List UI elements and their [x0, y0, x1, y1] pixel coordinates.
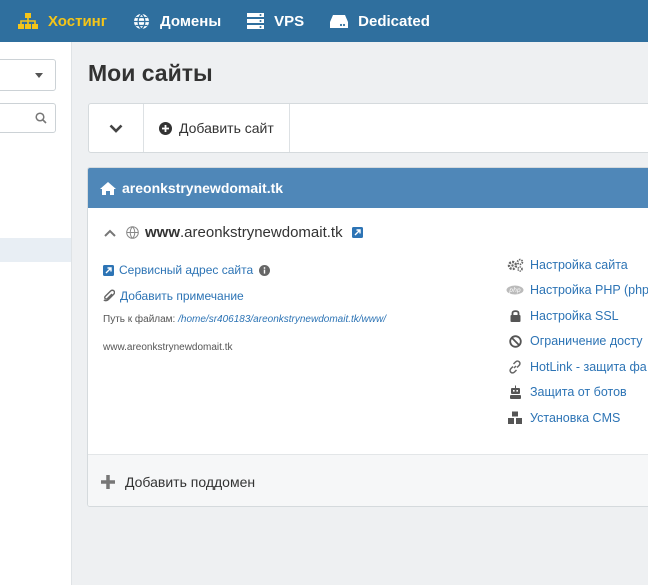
ban-icon — [508, 335, 522, 348]
lock-icon — [510, 310, 520, 323]
hdd-icon — [330, 14, 349, 28]
site-card: areonkstrynewdomait.tk www.areonkstrynew… — [87, 167, 648, 507]
server-icon — [247, 13, 265, 29]
nav-item-domains[interactable]: Домены — [133, 13, 221, 30]
cubes-icon — [508, 411, 522, 424]
service-address-link[interactable]: Сервисный адрес сайта — [103, 257, 275, 283]
add-site-label: Добавить сайт — [179, 120, 274, 136]
chevron-up-icon[interactable] — [104, 229, 116, 237]
globe-icon — [134, 13, 149, 29]
page-title: Мои сайты — [88, 60, 213, 86]
domain-row: www.areonkstrynewdomait.tk — [104, 224, 363, 241]
site-actions: Настройка сайта php Настройка PHP (php Н… — [506, 252, 648, 431]
link-icon — [509, 360, 521, 374]
robot-icon — [509, 385, 521, 400]
top-nav: Хостинг Домены VPS Dedicated — [0, 0, 648, 42]
nav-item-label: VPS — [274, 12, 305, 30]
site-settings-link[interactable]: Настройка сайта — [506, 252, 648, 278]
collapse-toggle-button[interactable] — [89, 104, 144, 152]
search-icon — [35, 112, 47, 124]
file-path-row: Путь к файлам: /home/sr406183/areonkstry… — [103, 314, 386, 325]
chevron-down-icon — [35, 73, 43, 78]
globe-icon — [126, 226, 139, 239]
site-card-header: areonkstrynewdomait.tk — [88, 168, 648, 208]
mirror-domain: www.areonkstrynewdomait.tk — [103, 342, 233, 353]
sidebar-item-selected[interactable] — [0, 238, 71, 262]
nav-item-vps[interactable]: VPS — [247, 13, 304, 30]
add-subdomain-label: Добавить поддомен — [125, 473, 256, 490]
home-icon — [100, 181, 116, 195]
toolbar: Добавить сайт — [88, 103, 648, 153]
nav-item-label: Хостинг — [48, 12, 107, 30]
paperclip-icon — [103, 289, 115, 302]
external-link-icon[interactable] — [351, 227, 363, 238]
cogs-icon — [507, 258, 523, 272]
cms-install-link[interactable]: Установка CMS — [506, 405, 648, 431]
domain-name: www.areonkstrynewdomait.tk — [145, 224, 343, 241]
hotlink-protection-link[interactable]: HotLink - защита фа — [506, 354, 648, 380]
account-select[interactable] — [0, 59, 56, 91]
ssl-settings-link[interactable]: Настройка SSL — [506, 303, 648, 329]
add-subdomain-button[interactable]: Добавить поддомен — [88, 454, 648, 506]
plus-icon — [101, 474, 115, 489]
file-path-link[interactable]: /home/sr406183/areonkstrynewdomait.tk/ww… — [178, 314, 386, 325]
nav-item-label: Dedicated — [358, 12, 430, 30]
external-link-icon — [103, 264, 114, 276]
svg-text:php: php — [508, 287, 521, 294]
chevron-down-icon — [109, 124, 123, 133]
nav-item-label: Домены — [160, 12, 222, 30]
bot-protection-link[interactable]: Защита от ботов — [506, 380, 648, 406]
site-domain-title: areonkstrynewdomait.tk — [122, 180, 284, 196]
php-settings-link[interactable]: php Настройка PHP (php — [506, 278, 648, 304]
sidebar — [0, 42, 72, 585]
access-restriction-link[interactable]: Ограничение досту — [506, 329, 648, 355]
sitemap-icon — [18, 13, 38, 29]
add-note-link[interactable]: Добавить примечание — [103, 283, 275, 309]
php-icon: php — [506, 285, 524, 295]
plus-circle-icon — [159, 121, 172, 135]
nav-item-dedicated[interactable]: Dedicated — [330, 13, 430, 30]
file-path-label: Путь к файлам: — [103, 314, 176, 325]
site-left-links: Сервисный адрес сайта Добавить примечани… — [103, 257, 275, 309]
search-input[interactable] — [0, 103, 56, 133]
nav-item-hosting[interactable]: Хостинг — [18, 13, 107, 30]
add-site-button[interactable]: Добавить сайт — [144, 104, 290, 152]
info-icon[interactable] — [259, 264, 271, 276]
